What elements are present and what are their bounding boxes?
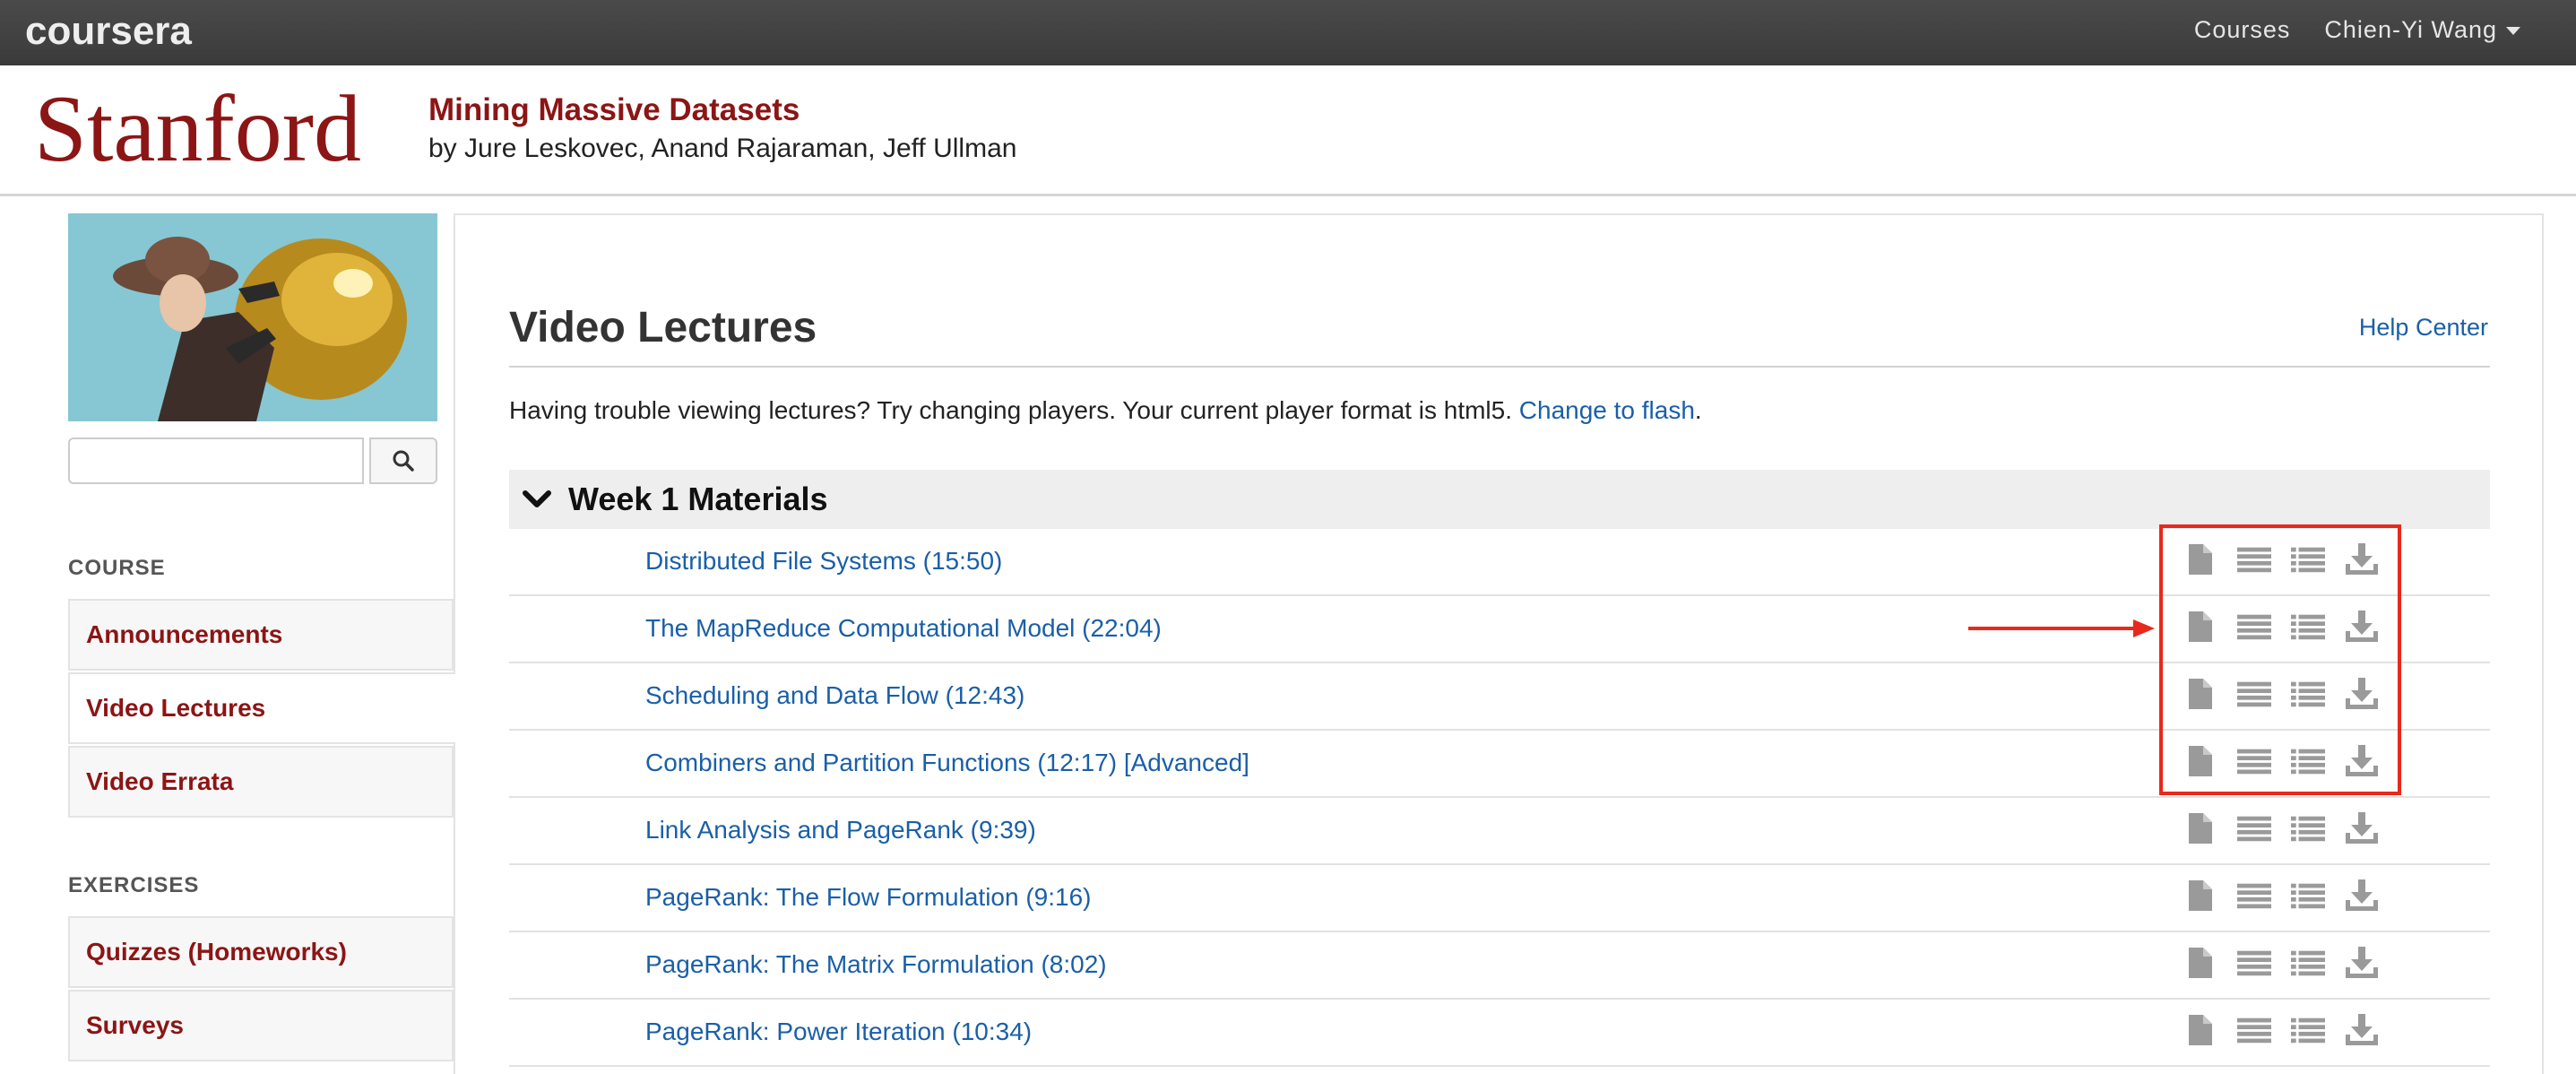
- lecture-row: Link Analysis and PageRank (9:39): [509, 798, 2490, 865]
- page-title: Video Lectures: [509, 304, 817, 351]
- lecture-link[interactable]: Link Analysis and PageRank (9:39): [645, 816, 1036, 844]
- sidebar-item-quizzes[interactable]: Quizzes (Homeworks): [68, 916, 454, 988]
- transcript-list-icon[interactable]: [2291, 743, 2325, 779]
- download-icon[interactable]: [2345, 676, 2379, 712]
- subtitles-icon[interactable]: [2237, 609, 2271, 645]
- lecture-row: PageRank: Power Iteration (10:34): [509, 1000, 2490, 1067]
- lecture-row: Distributed File Systems (15:50): [509, 529, 2490, 596]
- user-menu[interactable]: Chien-Yi Wang: [2324, 16, 2520, 44]
- course-title[interactable]: Mining Massive Datasets: [428, 92, 800, 128]
- lecture-resources: [2183, 609, 2379, 645]
- search-button[interactable]: [369, 437, 437, 484]
- download-icon[interactable]: [2345, 878, 2379, 914]
- exercises-section-label: EXERCISES: [68, 873, 200, 897]
- document-icon[interactable]: [2183, 810, 2217, 846]
- transcript-list-icon[interactable]: [2291, 1012, 2325, 1048]
- lecture-link[interactable]: Distributed File Systems (15:50): [645, 547, 1002, 576]
- document-icon[interactable]: [2183, 743, 2217, 779]
- course-authors: by Jure Leskovec, Anand Rajaraman, Jeff …: [428, 134, 1017, 163]
- top-nav-links: Courses Chien-Yi Wang: [2194, 16, 2520, 44]
- user-name: Chien-Yi Wang: [2324, 16, 2497, 43]
- lecture-row: PageRank: The Flow Formulation (9:16): [509, 865, 2490, 932]
- lecture-link[interactable]: The MapReduce Computational Model (22:04…: [645, 614, 1162, 643]
- transcript-list-icon[interactable]: [2291, 810, 2325, 846]
- document-icon[interactable]: [2183, 1012, 2217, 1048]
- download-icon[interactable]: [2345, 743, 2379, 779]
- course-header: Stanford Mining Massive Datasets by Jure…: [0, 65, 2576, 196]
- subtitles-icon[interactable]: [2237, 945, 2271, 981]
- courses-link[interactable]: Courses: [2194, 16, 2291, 44]
- player-notice: Having trouble viewing lectures? Try cha…: [509, 396, 1702, 425]
- download-icon[interactable]: [2345, 810, 2379, 846]
- download-icon[interactable]: [2345, 1012, 2379, 1048]
- lecture-row: PageRank: The Matrix Formulation (8:02): [509, 932, 2490, 1000]
- title-divider: [509, 366, 2490, 368]
- transcript-list-icon[interactable]: [2291, 945, 2325, 981]
- main-panel: Video Lectures Help Center Having troubl…: [454, 213, 2544, 1074]
- subtitles-icon[interactable]: [2237, 1012, 2271, 1048]
- document-icon[interactable]: [2183, 609, 2217, 645]
- lecture-link[interactable]: Combiners and Partition Functions (12:17…: [645, 749, 1249, 777]
- chevron-down-icon[interactable]: [522, 489, 552, 510]
- download-icon[interactable]: [2345, 945, 2379, 981]
- transcript-list-icon[interactable]: [2291, 878, 2325, 914]
- lecture-row: Scheduling and Data Flow (12:43): [509, 663, 2490, 731]
- chevron-down-icon: [2506, 27, 2520, 36]
- course-section-label: COURSE: [68, 556, 166, 580]
- change-to-flash-link[interactable]: Change to flash: [1519, 396, 1695, 424]
- transcript-list-icon[interactable]: [2291, 541, 2325, 577]
- transcript-list-icon[interactable]: [2291, 676, 2325, 712]
- transcript-list-icon[interactable]: [2291, 609, 2325, 645]
- document-icon[interactable]: [2183, 945, 2217, 981]
- top-navigation-bar: coursera Courses Chien-Yi Wang: [0, 0, 2576, 65]
- subtitles-icon[interactable]: [2237, 676, 2271, 712]
- search-icon: [393, 450, 414, 472]
- coursera-logo[interactable]: coursera: [25, 9, 192, 54]
- sidebar-item-surveys[interactable]: Surveys: [68, 990, 454, 1061]
- sidebar-item-video-lectures[interactable]: Video Lectures: [68, 672, 455, 744]
- lecture-row: Combiners and Partition Functions (12:17…: [509, 731, 2490, 798]
- lecture-resources: [2183, 1012, 2379, 1048]
- search-input[interactable]: [68, 437, 364, 484]
- sidebar: COURSE Announcements Video Lectures Vide…: [68, 213, 455, 1061]
- download-icon[interactable]: [2345, 541, 2379, 577]
- lecture-resources: [2183, 541, 2379, 577]
- download-icon[interactable]: [2345, 609, 2379, 645]
- notice-text: Having trouble viewing lectures? Try cha…: [509, 396, 1512, 424]
- subtitles-icon[interactable]: [2237, 541, 2271, 577]
- lecture-link[interactable]: Scheduling and Data Flow (12:43): [645, 681, 1024, 710]
- lecture-resources: [2183, 878, 2379, 914]
- notice-end: .: [1694, 396, 1702, 424]
- lecture-link[interactable]: PageRank: Power Iteration (10:34): [645, 1018, 1032, 1046]
- week-header[interactable]: Week 1 Materials: [509, 470, 2490, 529]
- subtitles-icon[interactable]: [2237, 810, 2271, 846]
- search-box: [68, 437, 437, 484]
- lecture-link[interactable]: PageRank: The Flow Formulation (9:16): [645, 883, 1092, 912]
- subtitles-icon[interactable]: [2237, 878, 2271, 914]
- lecture-resources: [2183, 743, 2379, 779]
- document-icon[interactable]: [2183, 878, 2217, 914]
- lecture-row: The MapReduce Computational Model (22:04…: [509, 596, 2490, 663]
- document-icon[interactable]: [2183, 541, 2217, 577]
- lecture-resources: [2183, 810, 2379, 846]
- sidebar-item-video-errata[interactable]: Video Errata: [68, 746, 454, 818]
- stanford-logo[interactable]: Stanford: [34, 82, 361, 177]
- lecture-list: Distributed File Systems (15:50) The MapR…: [509, 529, 2490, 1067]
- help-center-link[interactable]: Help Center: [2359, 314, 2488, 342]
- document-icon[interactable]: [2183, 676, 2217, 712]
- lecture-resources: [2183, 676, 2379, 712]
- course-image: [68, 213, 437, 421]
- lecture-link[interactable]: PageRank: The Matrix Formulation (8:02): [645, 950, 1107, 979]
- week-title: Week 1 Materials: [568, 481, 828, 517]
- lecture-resources: [2183, 945, 2379, 981]
- subtitles-icon[interactable]: [2237, 743, 2271, 779]
- sidebar-item-announcements[interactable]: Announcements: [68, 599, 454, 671]
